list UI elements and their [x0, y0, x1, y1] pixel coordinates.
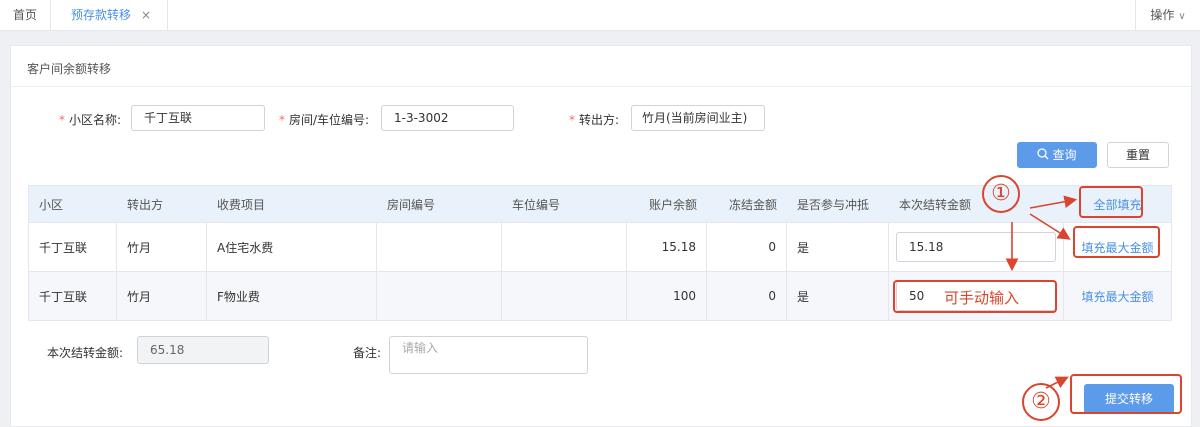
transfer-from-select[interactable]: 竹月(当前房间业主) — [631, 105, 765, 131]
chevron-down-icon: ∨ — [1178, 11, 1186, 22]
cell-community: 千丁互联 — [29, 272, 117, 320]
operations-dropdown[interactable]: 操作 ∨ — [1135, 0, 1200, 30]
cell-offset: 是 — [787, 223, 889, 271]
annotation-box-submit — [1070, 374, 1182, 414]
col-amount: 本次结转金额 — [899, 197, 972, 212]
col-offset: 是否参与冲抵 — [797, 197, 870, 212]
cell-action: 填充最大金额 — [1064, 272, 1171, 320]
fill-max-link[interactable]: 填充最大金额 — [1081, 288, 1153, 305]
community-label: * 小区名称: — [59, 113, 122, 127]
col-parking: 车位编号 — [512, 197, 561, 212]
remark-label: 备注: — [353, 346, 382, 360]
cell-balance: 100 — [627, 272, 707, 320]
annotation-step-2: ② — [1022, 383, 1060, 421]
cell-fee-item: A住宅水费 — [207, 223, 377, 271]
total-amount-label: 本次结转金额: — [47, 346, 124, 360]
cell-room — [377, 272, 502, 320]
annotation-manual-text: 可手动输入 — [944, 289, 1020, 307]
annotation-box-fill-all — [1079, 186, 1143, 218]
amount-input[interactable]: 15.18 — [896, 232, 1056, 262]
cell-from: 竹月 — [117, 272, 207, 320]
close-icon[interactable]: × — [141, 0, 151, 30]
col-frozen: 冻结金额 — [728, 197, 777, 212]
reset-button[interactable]: 重置 — [1107, 142, 1169, 168]
table-row: 千丁互联 竹月 A住宅水费 15.18 0 是 15.18 填充最大金额 — [29, 223, 1171, 272]
annotation-step-1: ① — [982, 175, 1020, 213]
cell-community: 千丁互联 — [29, 223, 117, 271]
col-community: 小区 — [39, 197, 64, 212]
card-divider — [11, 86, 1191, 87]
tab-prepaid-transfer-label: 预存款转移 — [71, 8, 132, 22]
transfer-from-label: * 转出方: — [569, 113, 620, 127]
required-mark: * — [569, 113, 575, 127]
cell-parking — [502, 272, 627, 320]
room-input[interactable]: 1-3-3002 — [381, 105, 514, 131]
cell-offset: 是 — [787, 272, 889, 320]
remark-textarea[interactable]: 请输入 — [389, 336, 588, 374]
total-amount-field: 65.18 — [137, 336, 269, 364]
cell-parking — [502, 223, 627, 271]
search-button[interactable]: 查询 — [1017, 142, 1097, 168]
cell-balance: 15.18 — [627, 223, 707, 271]
cell-room — [377, 223, 502, 271]
cell-fee-item: F物业费 — [207, 272, 377, 320]
required-mark: * — [279, 113, 285, 127]
col-from: 转出方 — [127, 197, 164, 212]
col-fee-item: 收费项目 — [217, 197, 266, 212]
tab-home[interactable]: 首页 — [0, 0, 51, 30]
card-title: 客户间余额转移 — [27, 62, 112, 76]
cell-frozen: 0 — [707, 223, 787, 271]
community-input[interactable]: 千丁互联 — [131, 105, 265, 131]
tab-prepaid-transfer[interactable]: 预存款转移 × — [51, 0, 168, 30]
col-room: 房间编号 — [387, 197, 436, 212]
col-balance: 账户余额 — [648, 197, 697, 212]
room-label: * 房间/车位编号: — [279, 113, 370, 127]
annotation-box-fill-max — [1073, 226, 1160, 258]
operations-label: 操作 — [1150, 8, 1175, 22]
tab-bar: 首页 预存款转移 × 操作 ∨ — [0, 0, 1200, 31]
search-icon — [1037, 148, 1049, 160]
cell-amount: 15.18 — [889, 223, 1064, 271]
required-mark: * — [59, 113, 65, 127]
cell-from: 竹月 — [117, 223, 207, 271]
cell-frozen: 0 — [707, 272, 787, 320]
search-button-label: 查询 — [1052, 148, 1077, 162]
